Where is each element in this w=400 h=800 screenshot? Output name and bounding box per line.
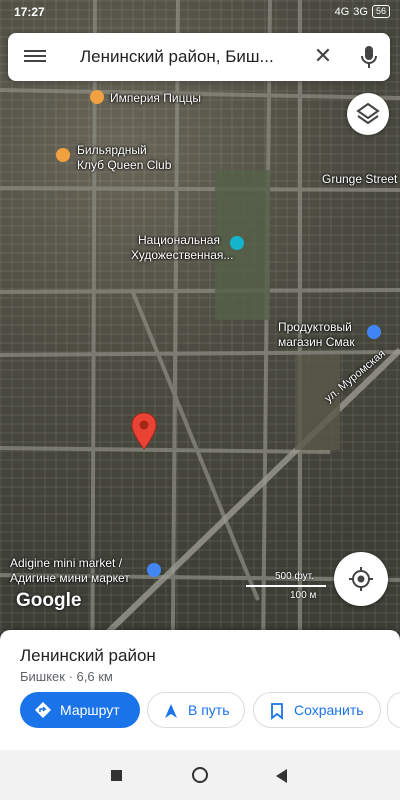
status-time: 17:27 — [14, 5, 45, 19]
navigation-icon — [165, 704, 177, 718]
shop-icon[interactable] — [367, 325, 381, 339]
system-nav-bar — [0, 750, 400, 800]
store-icon[interactable] — [147, 563, 161, 577]
route-label: Маршрут — [60, 702, 120, 718]
bar-icon[interactable] — [56, 148, 70, 162]
home-button[interactable] — [192, 767, 208, 783]
directions-icon — [35, 702, 51, 718]
place-sheet[interactable]: Ленинский район Бишкек · 6,6 км Маршрут … — [0, 630, 400, 750]
google-logo: Google — [16, 590, 82, 611]
map-view[interactable]: Империя Пиццы Бильярдный Клуб Queen Club… — [0, 0, 400, 740]
poi-label-gallery-1[interactable]: Национальная — [138, 233, 220, 248]
layers-button[interactable] — [347, 93, 389, 135]
start-button[interactable]: В путь — [147, 692, 245, 728]
restaurant-icon[interactable] — [90, 90, 104, 104]
search-bar[interactable]: Ленинский район, Биш... ✕ — [8, 33, 390, 81]
back-button[interactable] — [276, 769, 287, 783]
scale-feet: 500 фут. — [275, 571, 314, 582]
save-label: Сохранить — [294, 702, 364, 718]
battery-icon: 56 — [371, 5, 390, 18]
poi-label-grunge[interactable]: Grunge Street — [322, 172, 397, 187]
poi-label-market-2[interactable]: Адигине мини маркет — [10, 571, 130, 586]
start-label: В путь — [188, 702, 230, 718]
menu-icon[interactable] — [24, 47, 46, 67]
place-title: Ленинский район — [20, 646, 156, 665]
recents-button[interactable] — [111, 770, 122, 781]
poi-label-billiard-2[interactable]: Клуб Queen Club — [77, 158, 171, 173]
bookmark-icon — [271, 703, 283, 720]
my-location-button[interactable] — [334, 552, 388, 606]
location-pin-icon — [131, 412, 157, 450]
poi-label-billiard-1[interactable]: Бильярдный — [77, 143, 147, 158]
status-icons: 4G 3G 56 — [335, 5, 390, 18]
poi-label-pizza[interactable]: Империя Пиццы — [110, 91, 201, 106]
poi-label-food-2[interactable]: магазин Смак — [278, 335, 355, 350]
layers-icon — [356, 102, 380, 125]
status-bar: 17:27 4G 3G 56 — [0, 0, 400, 24]
crosshair-icon — [349, 567, 373, 591]
scale-bar — [246, 585, 326, 587]
search-query[interactable]: Ленинский район, Биш... — [80, 47, 300, 67]
map-roads — [0, 0, 400, 740]
scale-meters: 100 м — [290, 590, 317, 601]
poi-label-food-1[interactable]: Продуктовый — [278, 320, 352, 335]
mic-icon[interactable] — [360, 45, 378, 69]
close-icon[interactable]: ✕ — [310, 43, 336, 69]
more-actions-button[interactable] — [387, 692, 400, 728]
signal-3g: 3G — [353, 5, 368, 18]
save-button[interactable]: Сохранить — [253, 692, 381, 728]
poi-label-market-1[interactable]: Adigine mini market / — [10, 556, 122, 571]
signal-4g: 4G — [334, 5, 350, 18]
route-button[interactable]: Маршрут — [20, 692, 140, 728]
place-subtitle: Бишкек · 6,6 км — [20, 669, 113, 684]
poi-label-gallery-2[interactable]: Художественная... — [131, 248, 233, 263]
